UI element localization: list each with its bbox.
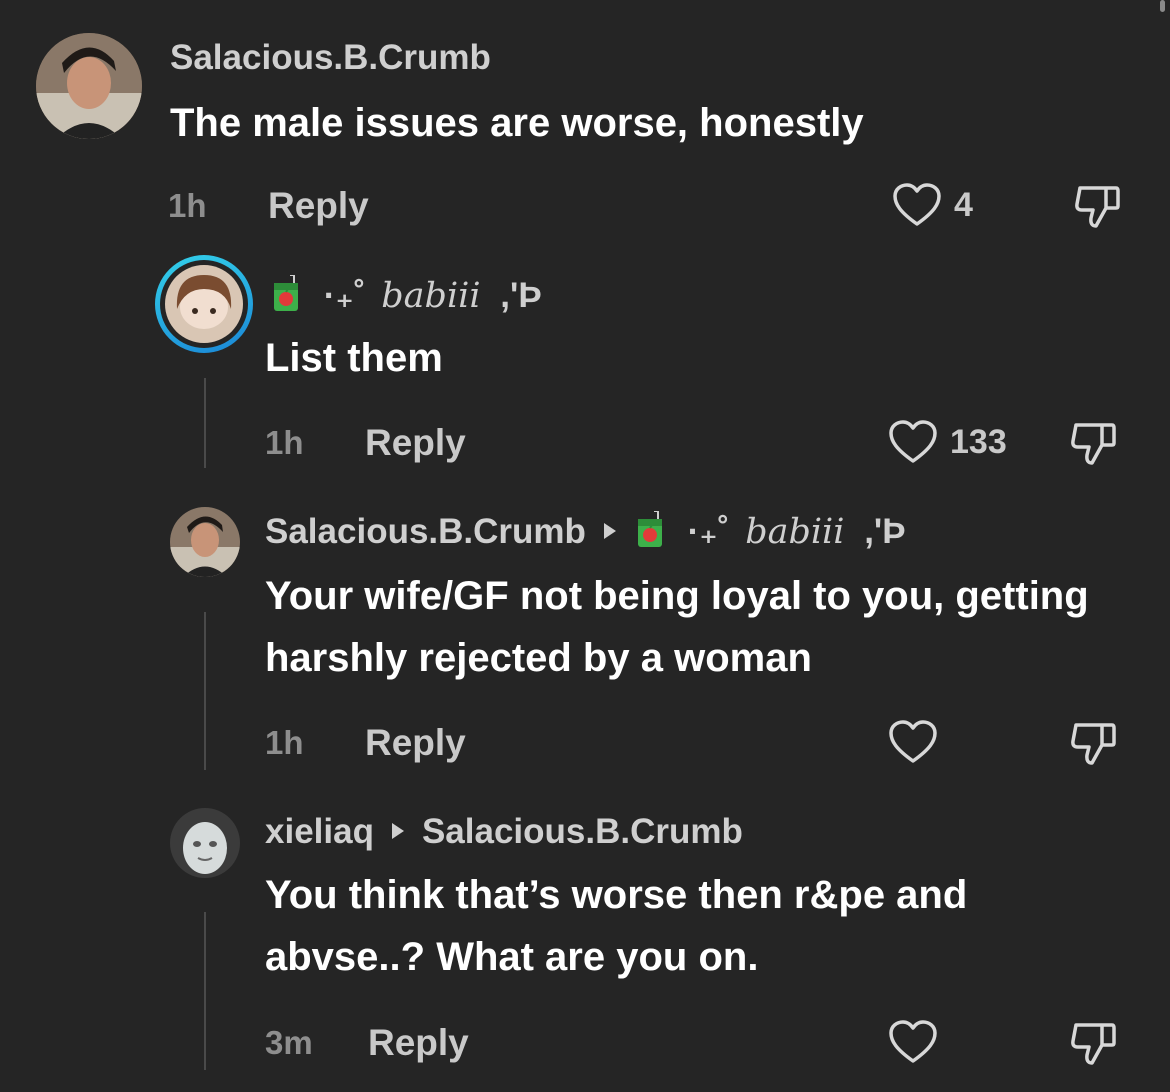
comment-text: Your wife/GF not being loyal to you, get…	[265, 574, 1089, 680]
username-decoration: ·₊˚	[687, 512, 730, 551]
juice-box-emoji	[274, 274, 298, 311]
username-text: babiii	[381, 276, 481, 316]
comment-time: 3m	[265, 1024, 313, 1061]
juice-box-emoji	[637, 510, 662, 547]
reply-button[interactable]: Reply	[365, 423, 466, 463]
reply-to-username: Salacious.B.Crumb	[421, 812, 743, 851]
reply-button[interactable]: Reply	[365, 723, 466, 763]
avatar-image	[36, 33, 142, 139]
comment-username[interactable]: ·₊˚ babiii ,'Þ	[270, 274, 542, 317]
username-text: Salacious.B.Crumb	[265, 512, 586, 551]
comment-time: 1h	[168, 187, 207, 224]
thumbs-down-icon	[1071, 1023, 1116, 1065]
heart-outline-icon	[889, 720, 937, 763]
username-decoration: ,'Þ	[500, 276, 542, 315]
like-count: 133	[950, 423, 1007, 461]
thumbs-down-icon	[1071, 723, 1116, 765]
thread-line	[204, 912, 206, 1070]
comment-time: 1h	[265, 424, 304, 461]
reply-button[interactable]: Reply	[368, 1023, 469, 1063]
comment-username[interactable]: xieliaq Salacious.B.Crumb	[265, 812, 743, 852]
thumbs-down-icon	[1071, 423, 1116, 465]
comment-time: 1h	[265, 724, 304, 761]
comment-text: The male issues are worse, honestly	[170, 101, 864, 145]
comment-text: List them	[265, 336, 443, 380]
scroll-indicator[interactable]	[1160, 0, 1165, 12]
avatar[interactable]	[36, 33, 142, 139]
caret-right-icon	[391, 822, 404, 839]
thumbs-down-icon	[1075, 186, 1120, 228]
like-button[interactable]	[888, 719, 950, 765]
like-button[interactable]: 4	[892, 182, 973, 228]
like-button[interactable]: 133	[888, 419, 1007, 465]
avatar[interactable]	[170, 507, 240, 577]
dislike-button[interactable]	[1072, 182, 1122, 237]
username-decoration: ,'Þ	[864, 512, 906, 551]
dislike-button[interactable]	[1068, 1019, 1118, 1074]
comment-username[interactable]: Salacious.B.Crumb	[170, 38, 491, 78]
comment-text: You think that’s worse then r&pe and abv…	[265, 873, 968, 979]
avatar-image	[165, 265, 243, 343]
heart-outline-icon	[889, 420, 937, 463]
heart-outline-icon	[893, 183, 941, 226]
comment-username[interactable]: Salacious.B.Crumb ·₊˚ babiii ,'Þ	[265, 510, 906, 553]
username-decoration: ·₊˚	[323, 276, 366, 315]
thread-line	[204, 378, 206, 468]
username-text: xieliaq	[265, 812, 374, 851]
reply-button[interactable]: Reply	[268, 186, 369, 226]
dislike-button[interactable]	[1068, 719, 1118, 774]
avatar-image	[170, 507, 240, 577]
thread-line	[204, 612, 206, 770]
reply-to-username: babiii	[745, 512, 845, 552]
like-button[interactable]	[888, 1019, 950, 1065]
caret-right-icon	[603, 522, 616, 539]
avatar-with-story-ring[interactable]	[155, 255, 253, 353]
avatar-image	[170, 808, 240, 878]
heart-outline-icon	[889, 1020, 937, 1063]
avatar[interactable]	[170, 808, 240, 878]
dislike-button[interactable]	[1068, 419, 1118, 474]
like-count: 4	[954, 186, 973, 224]
